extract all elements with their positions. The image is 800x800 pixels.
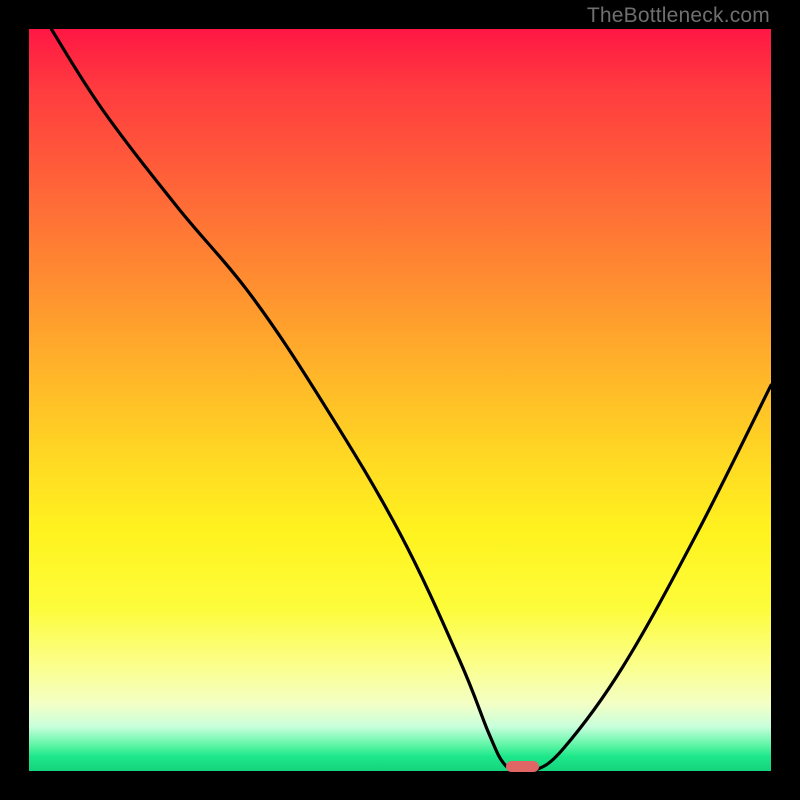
attribution-text: TheBottleneck.com: [587, 4, 770, 28]
plot-area: [29, 29, 771, 771]
bottleneck-curve: [51, 29, 771, 773]
chart-frame: TheBottleneck.com: [0, 0, 800, 800]
optimal-marker: [506, 761, 539, 772]
curve-svg: [29, 29, 771, 771]
